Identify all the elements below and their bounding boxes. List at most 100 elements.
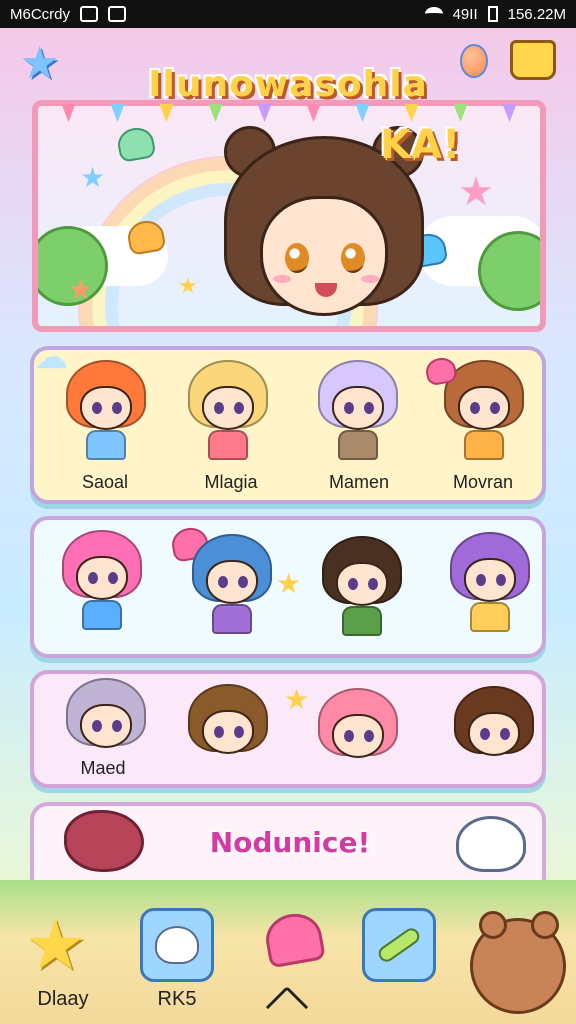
character-face [332,386,384,430]
eye [214,402,224,414]
eye [344,402,354,414]
hero-banner: ★ ★ ★ ★ [32,100,546,332]
bush-decoration [478,231,540,311]
eye [490,402,500,414]
star-icon[interactable]: ★ [20,38,59,89]
eye [476,574,486,586]
star-icon: ★ [80,161,106,194]
character-round[interactable] [448,686,540,796]
message-text: Nodunice! [209,826,371,859]
flag [159,104,174,122]
flag [208,104,223,122]
flag [306,104,321,122]
star-icon: ★ [276,567,302,600]
character-face [80,386,132,430]
mouth [315,283,337,297]
eye [500,728,510,740]
character-name-label: Movran [452,472,514,492]
item-nav-button[interactable] [362,908,436,982]
time-label: 156.22M [507,5,566,23]
star-icon: ★ [68,273,94,306]
character-face [458,386,510,430]
character-face [464,558,516,602]
bear-mascot[interactable] [470,911,566,1014]
character-purple[interactable] [444,532,536,642]
blush [361,275,379,283]
flag [110,104,125,122]
bear-ear [531,911,559,939]
balloon-icon [460,44,488,78]
character-face [202,386,254,430]
hero-face [260,196,388,316]
character-face [202,710,254,754]
eye [480,728,490,740]
star-nav-button[interactable]: ★ [24,910,87,980]
status-bar: M6Ccrdy 49II 156.22M [0,0,576,28]
flag [453,104,468,122]
character-body [208,430,248,460]
character-body [342,606,382,636]
ghost-nav-button[interactable] [140,908,214,982]
character-body [212,604,252,634]
character-name-label: Maed [80,758,126,778]
character-name-label: Mlagia [204,472,258,492]
eye [348,578,358,590]
nav-label-second: RK5 [157,988,197,1010]
character-body [470,602,510,632]
eye [234,402,244,414]
character-mlagia[interactable] [182,360,274,470]
eye [238,576,248,588]
star-icon: ★ [178,274,198,299]
eye [108,572,118,584]
game-title: Ilunowasohla [148,64,428,105]
eye [285,243,309,273]
character-face [332,714,384,758]
character-glasses[interactable] [182,684,274,794]
character-blue[interactable] [186,534,278,644]
character-mamen[interactable] [312,360,404,470]
bunting-decoration [44,104,534,124]
flag [404,104,419,122]
ghost-icon [155,926,199,964]
wand-icon [375,925,423,965]
battery-icon [487,6,498,22]
heart-icon [115,125,157,163]
eye [368,578,378,590]
star-icon: ★ [284,683,310,716]
flag [257,104,272,122]
eye [92,402,102,414]
character-catgirl[interactable] [312,688,404,798]
character-pink[interactable] [56,530,148,640]
eye [496,574,506,586]
eye [234,726,244,738]
game-subtitle: KA! [380,122,461,168]
character-face [336,562,388,606]
character-body [86,430,126,460]
character-brown[interactable] [316,536,408,646]
eye [92,720,102,732]
eye [344,730,354,742]
ghost-icon [456,816,526,872]
character-saoal[interactable] [60,360,152,470]
wifi-icon [424,7,443,21]
lock-icon [108,6,127,22]
eye [364,402,374,414]
eye [218,576,228,588]
character-body [82,600,122,630]
character-name-label: Mamen [328,472,390,492]
character-name-label: Saoal [81,472,129,492]
battery-label: 49II [452,5,478,23]
blob-monster-icon [64,810,144,872]
character-face [206,560,258,604]
flag [61,104,76,122]
crown-icon[interactable] [510,40,556,80]
eye [112,402,122,414]
flag [355,104,370,122]
character-face [80,704,132,748]
eye [214,726,224,738]
eye [341,243,365,273]
star-icon: ★ [458,169,494,215]
flag [502,104,517,122]
character-body [338,430,378,460]
eye [470,402,480,414]
